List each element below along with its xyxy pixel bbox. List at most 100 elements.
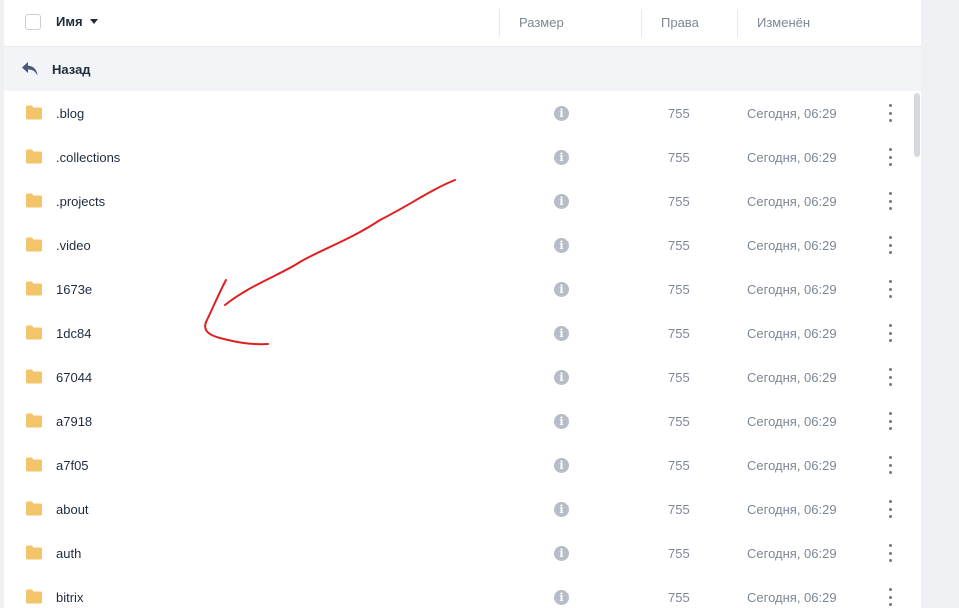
file-name[interactable]: 1673e xyxy=(56,282,92,297)
folder-icon xyxy=(26,369,42,384)
more-vertical-icon[interactable] xyxy=(882,368,898,386)
file-modified: Сегодня, 06:29 xyxy=(747,282,837,297)
file-row[interactable]: about i 755 Сегодня, 06:29 xyxy=(4,487,921,531)
file-modified: Сегодня, 06:29 xyxy=(747,414,837,429)
file-row[interactable]: .blog i 755 Сегодня, 06:29 xyxy=(4,91,921,135)
file-modified: Сегодня, 06:29 xyxy=(747,502,837,517)
file-row[interactable]: .projects i 755 Сегодня, 06:29 xyxy=(4,179,921,223)
select-all-checkbox[interactable] xyxy=(25,14,41,30)
file-permissions: 755 xyxy=(668,458,690,473)
column-divider xyxy=(737,9,738,37)
info-icon[interactable]: i xyxy=(554,238,569,253)
file-permissions: 755 xyxy=(668,370,690,385)
more-vertical-icon[interactable] xyxy=(882,104,898,122)
more-vertical-icon[interactable] xyxy=(882,456,898,474)
file-name[interactable]: 1dc84 xyxy=(56,326,91,341)
scrollbar-thumb[interactable] xyxy=(914,93,920,157)
file-permissions: 755 xyxy=(668,238,690,253)
folder-icon xyxy=(26,149,42,164)
file-modified: Сегодня, 06:29 xyxy=(747,590,837,605)
info-icon[interactable]: i xyxy=(554,194,569,209)
file-modified: Сегодня, 06:29 xyxy=(747,326,837,341)
folder-icon xyxy=(26,501,42,516)
sort-down-icon xyxy=(89,19,98,24)
info-icon[interactable]: i xyxy=(554,414,569,429)
more-vertical-icon[interactable] xyxy=(882,544,898,562)
more-vertical-icon[interactable] xyxy=(882,280,898,298)
file-name[interactable]: auth xyxy=(56,546,81,561)
info-icon[interactable]: i xyxy=(554,106,569,121)
file-name[interactable]: .blog xyxy=(56,106,84,121)
file-modified: Сегодня, 06:29 xyxy=(747,150,837,165)
size-column-header[interactable]: Размер xyxy=(519,15,564,30)
file-name[interactable]: .collections xyxy=(56,150,120,165)
more-vertical-icon[interactable] xyxy=(882,192,898,210)
more-vertical-icon[interactable] xyxy=(882,412,898,430)
folder-icon xyxy=(26,237,42,252)
modified-column-header[interactable]: Изменён xyxy=(757,15,810,30)
info-icon[interactable]: i xyxy=(554,326,569,341)
more-vertical-icon[interactable] xyxy=(882,588,898,606)
folder-icon xyxy=(26,413,42,428)
info-icon[interactable]: i xyxy=(554,282,569,297)
file-modified: Сегодня, 06:29 xyxy=(747,458,837,473)
file-name[interactable]: a7918 xyxy=(56,414,92,429)
file-permissions: 755 xyxy=(668,502,690,517)
info-icon[interactable]: i xyxy=(554,502,569,517)
file-modified: Сегодня, 06:29 xyxy=(747,546,837,561)
more-vertical-icon[interactable] xyxy=(882,148,898,166)
column-divider xyxy=(499,9,500,37)
back-row[interactable]: Назад xyxy=(4,47,921,91)
folder-icon xyxy=(26,193,42,208)
file-row[interactable]: a7918 i 755 Сегодня, 06:29 xyxy=(4,399,921,443)
file-name[interactable]: .projects xyxy=(56,194,105,209)
file-modified: Сегодня, 06:29 xyxy=(747,194,837,209)
file-row[interactable]: a7f05 i 755 Сегодня, 06:29 xyxy=(4,443,921,487)
file-row[interactable]: auth i 755 Сегодня, 06:29 xyxy=(4,531,921,575)
file-permissions: 755 xyxy=(668,194,690,209)
file-permissions: 755 xyxy=(668,326,690,341)
file-modified: Сегодня, 06:29 xyxy=(747,370,837,385)
file-name[interactable]: about xyxy=(56,502,89,517)
more-vertical-icon[interactable] xyxy=(882,500,898,518)
file-modified: Сегодня, 06:29 xyxy=(747,106,837,121)
scrollbar[interactable] xyxy=(912,91,921,608)
info-icon[interactable]: i xyxy=(554,458,569,473)
name-column-header[interactable]: Имя xyxy=(56,14,98,29)
info-icon[interactable]: i xyxy=(554,370,569,385)
name-column-label: Имя xyxy=(56,14,83,29)
folder-icon xyxy=(26,325,42,340)
file-name[interactable]: a7f05 xyxy=(56,458,89,473)
file-row[interactable]: 1673e i 755 Сегодня, 06:29 xyxy=(4,267,921,311)
column-divider xyxy=(641,9,642,37)
file-name[interactable]: .video xyxy=(56,238,91,253)
file-row[interactable]: .collections i 755 Сегодня, 06:29 xyxy=(4,135,921,179)
folder-icon xyxy=(26,281,42,296)
info-icon[interactable]: i xyxy=(554,546,569,561)
file-manager-panel: Имя Размер Права Изменён Назад .blog i 755… xyxy=(4,0,921,608)
back-label: Назад xyxy=(52,62,91,77)
file-permissions: 755 xyxy=(668,150,690,165)
file-name[interactable]: 67044 xyxy=(56,370,92,385)
info-icon[interactable]: i xyxy=(554,590,569,605)
info-icon[interactable]: i xyxy=(554,150,569,165)
more-vertical-icon[interactable] xyxy=(882,324,898,342)
folder-icon xyxy=(26,105,42,120)
file-row[interactable]: .video i 755 Сегодня, 06:29 xyxy=(4,223,921,267)
folder-icon xyxy=(26,545,42,560)
file-row[interactable]: 67044 i 755 Сегодня, 06:29 xyxy=(4,355,921,399)
file-name[interactable]: bitrix xyxy=(56,590,83,605)
file-row[interactable]: bitrix i 755 Сегодня, 06:29 xyxy=(4,575,921,608)
file-row[interactable]: 1dc84 i 755 Сегодня, 06:29 xyxy=(4,311,921,355)
back-arrow-icon xyxy=(22,62,38,76)
folder-icon xyxy=(26,589,42,604)
file-permissions: 755 xyxy=(668,106,690,121)
folder-icon xyxy=(26,457,42,472)
file-permissions: 755 xyxy=(668,546,690,561)
more-vertical-icon[interactable] xyxy=(882,236,898,254)
file-permissions: 755 xyxy=(668,414,690,429)
perms-column-header[interactable]: Права xyxy=(661,15,699,30)
file-permissions: 755 xyxy=(668,282,690,297)
table-header: Имя Размер Права Изменён xyxy=(4,0,921,47)
file-list: .blog i 755 Сегодня, 06:29 .collections i 755 С… xyxy=(4,91,921,608)
